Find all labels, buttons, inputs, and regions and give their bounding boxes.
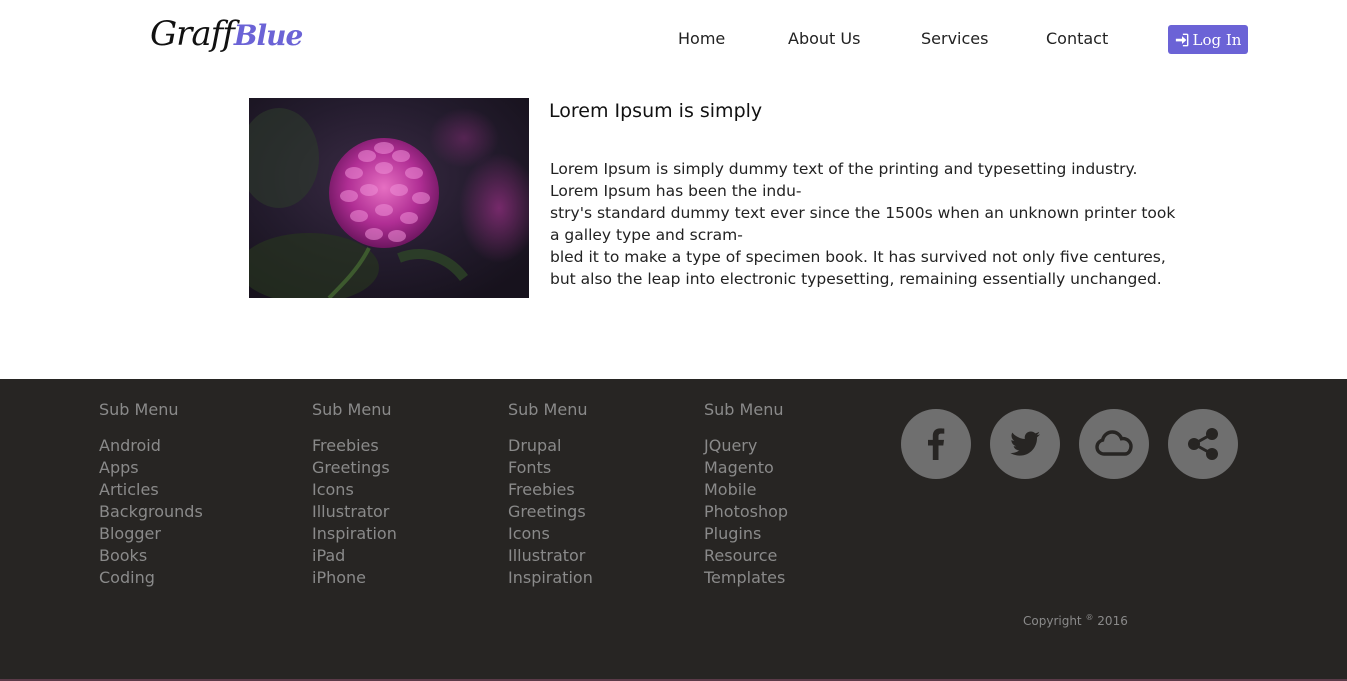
site-footer: Sub Menu Android Apps Articles Backgroun… — [0, 379, 1347, 681]
facebook-icon — [928, 428, 945, 460]
article-line: stry's standard dummy text ever since th… — [550, 204, 1176, 222]
footer-link[interactable]: Inspiration — [508, 567, 593, 589]
sign-in-icon — [1175, 33, 1188, 46]
article-body: Lorem Ipsum is simply dummy text of the … — [550, 158, 1176, 290]
footer-link[interactable]: Drupal — [508, 435, 593, 457]
footer-column-heading: Sub Menu — [312, 400, 392, 419]
nav-contact[interactable]: Contact — [1046, 29, 1108, 48]
footer-link[interactable]: Greetings — [508, 501, 593, 523]
footer-column-heading: Sub Menu — [508, 400, 588, 419]
copyright-symbol: ® — [1085, 613, 1094, 622]
login-button[interactable]: Log In — [1168, 25, 1248, 54]
article-line: Lorem Ipsum is simply dummy text of the … — [550, 160, 1138, 178]
article-line: Lorem Ipsum has been the indu- — [550, 182, 802, 200]
copyright-year: 2016 — [1097, 614, 1128, 628]
footer-link[interactable]: JQuery — [704, 435, 788, 457]
footer-link[interactable]: Blogger — [99, 523, 203, 545]
dahlia-flower-image — [249, 98, 529, 298]
footer-link[interactable]: Resource — [704, 545, 788, 567]
footer-link[interactable]: Coding — [99, 567, 203, 589]
footer-column: Sub Menu Freebies Greetings Icons Illust… — [312, 399, 397, 589]
cloud-icon — [1095, 430, 1133, 456]
footer-link[interactable]: Icons — [508, 523, 593, 545]
twitter-icon — [1010, 431, 1040, 456]
article-line: a galley type and scram- — [550, 226, 743, 244]
logo-text-graff: Graff — [150, 14, 235, 54]
logo[interactable]: GraffBlue — [150, 14, 303, 64]
footer-link[interactable]: Fonts — [508, 457, 593, 479]
footer-link[interactable]: iPad — [312, 545, 397, 567]
footer-link[interactable]: Android — [99, 435, 203, 457]
share-button[interactable] — [1168, 409, 1238, 479]
facebook-button[interactable] — [901, 409, 971, 479]
site-header: GraffBlue Home About Us Services Contact… — [0, 0, 1347, 80]
logo-text-blue: Blue — [233, 19, 303, 52]
footer-link[interactable]: Freebies — [508, 479, 593, 501]
article-line: but also the leap into electronic typese… — [550, 270, 1162, 288]
footer-column-heading: Sub Menu — [99, 400, 179, 419]
footer-link[interactable]: Inspiration — [312, 523, 397, 545]
footer-column: Sub Menu Android Apps Articles Backgroun… — [99, 399, 203, 589]
copyright-notice: Copyright ® 2016 — [1023, 613, 1128, 628]
footer-link[interactable]: Icons — [312, 479, 397, 501]
nav-home[interactable]: Home — [678, 29, 725, 48]
footer-column: Sub Menu JQuery Magento Mobile Photoshop… — [704, 399, 788, 589]
article-title: Lorem Ipsum is simply — [549, 100, 763, 122]
login-button-label: Log In — [1192, 30, 1242, 49]
cloud-button[interactable] — [1079, 409, 1149, 479]
footer-link[interactable]: iPhone — [312, 567, 397, 589]
footer-link[interactable]: Mobile — [704, 479, 788, 501]
footer-link[interactable]: Illustrator — [312, 501, 397, 523]
article-line: bled it to make a type of specimen book.… — [550, 248, 1166, 266]
nav-services[interactable]: Services — [921, 29, 988, 48]
footer-link[interactable]: Photoshop — [704, 501, 788, 523]
footer-link[interactable]: Greetings — [312, 457, 397, 479]
footer-link[interactable]: Plugins — [704, 523, 788, 545]
copyright-label: Copyright — [1023, 614, 1082, 628]
footer-link[interactable]: Apps — [99, 457, 203, 479]
footer-column-heading: Sub Menu — [704, 400, 784, 419]
footer-column: Sub Menu Drupal Fonts Freebies Greetings… — [508, 399, 593, 589]
footer-link[interactable]: Books — [99, 545, 203, 567]
footer-link[interactable]: Templates — [704, 567, 788, 589]
footer-link[interactable]: Backgrounds — [99, 501, 203, 523]
footer-link[interactable]: Freebies — [312, 435, 397, 457]
footer-link[interactable]: Articles — [99, 479, 203, 501]
article-image — [249, 98, 529, 298]
footer-link[interactable]: Illustrator — [508, 545, 593, 567]
footer-link[interactable]: Magento — [704, 457, 788, 479]
twitter-button[interactable] — [990, 409, 1060, 479]
nav-about-us[interactable]: About Us — [788, 29, 860, 48]
share-icon — [1188, 428, 1218, 460]
